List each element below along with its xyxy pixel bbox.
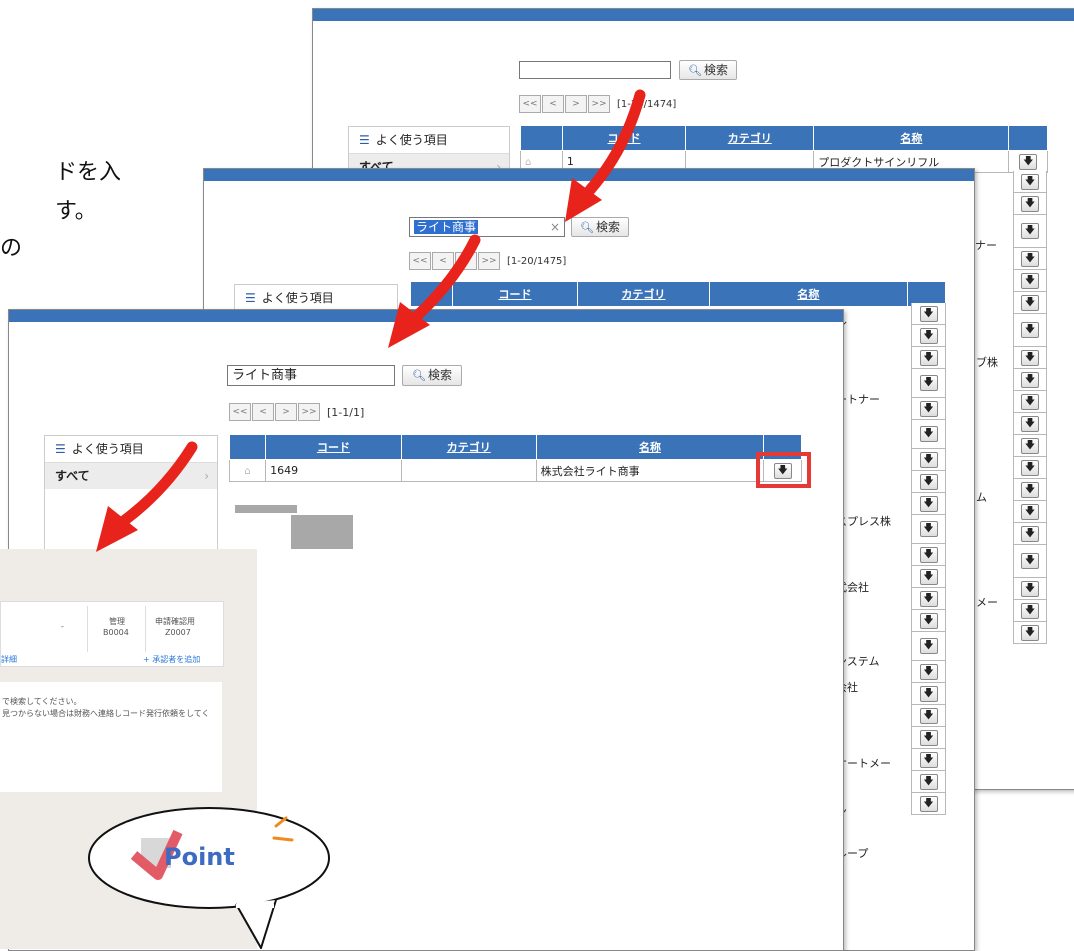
point-callout	[88, 807, 330, 949]
red-arrow-icon	[388, 234, 481, 348]
point-label: Point	[164, 843, 235, 871]
red-arrow-icon	[96, 441, 198, 552]
red-arrow-icon	[565, 89, 646, 222]
